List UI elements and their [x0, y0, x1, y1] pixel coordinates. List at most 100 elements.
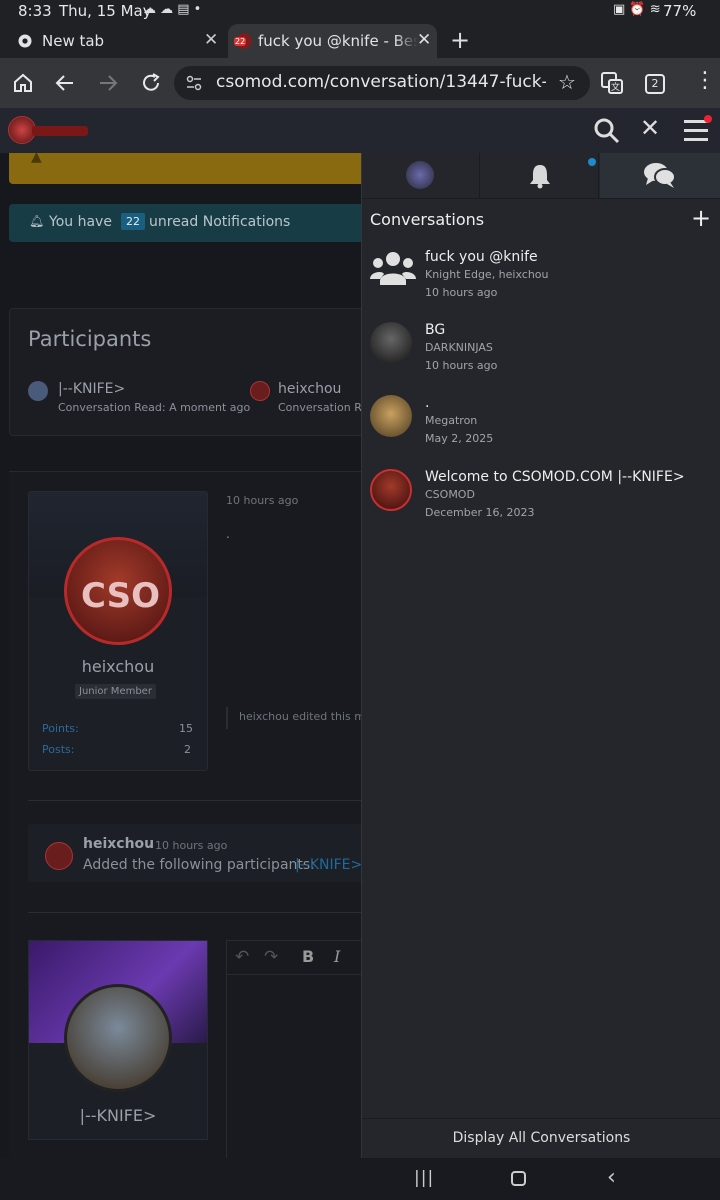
participant-status: Conversation Read: A moment ago [58, 401, 251, 414]
message-body: . [226, 527, 230, 541]
event-text: Added the following participants: [83, 857, 315, 873]
tab-badge: 22 [234, 37, 247, 46]
back-button-icon[interactable]: ‹ [607, 1165, 616, 1190]
tab-conversations[interactable] [600, 153, 720, 198]
redo-icon[interactable]: ↷ [264, 947, 278, 967]
points-value: 15 [179, 722, 193, 735]
new-tab-button[interactable]: + [450, 26, 470, 54]
tab-strip: New tab ✕ 22 fuck you @knife - Best C ✕ … [0, 24, 720, 58]
hamburger-menu-icon[interactable] [684, 120, 708, 141]
conversation-time: 10 hours ago [425, 286, 498, 299]
notification-icons: ☁ ☁ ▤ • [143, 2, 202, 17]
tab-conversation[interactable]: 22 fuck you @knife - Best C ✕ [228, 24, 437, 58]
participants-block: Participants |--KNIFE> Conversation Read… [9, 308, 369, 436]
avatar[interactable] [64, 984, 172, 1092]
site-settings-icon[interactable] [186, 75, 202, 91]
group-icon [370, 252, 416, 285]
conversation-participants: Megatron [425, 414, 478, 427]
battery-level: 77% [663, 2, 697, 20]
clock: 8:33 [18, 2, 52, 20]
avatar[interactable] [250, 381, 270, 401]
warning-banner: ▲ [9, 153, 369, 184]
unread-notifications-banner[interactable]: 🔔︎ You have 22 unread Notifications [9, 204, 369, 242]
address-bar[interactable]: csomod.com/conversation/13447-fuck-you-k… [174, 66, 590, 100]
close-tab-icon[interactable]: ✕ [204, 30, 218, 50]
event-time: · 10 hours ago [148, 839, 228, 852]
reply-user-name[interactable]: |--KNIFE> [29, 1106, 207, 1125]
site-header: ✕ [0, 108, 720, 153]
bold-icon[interactable]: B [302, 947, 314, 966]
site-logo[interactable] [8, 116, 90, 144]
warning-icon: ▲ [31, 153, 42, 165]
participants-heading: Participants [28, 327, 152, 351]
conversation-item[interactable]: . Megatron May 2, 2025 [370, 395, 710, 465]
author-name[interactable]: heixchou [29, 657, 207, 676]
search-icon[interactable] [593, 117, 621, 145]
posts-label: Posts: [42, 743, 75, 756]
conversations-panel: Conversations + fuck you @knife Knight E… [361, 153, 720, 1158]
avatar[interactable] [45, 842, 73, 870]
menu-alert-dot [704, 115, 712, 123]
participant-name[interactable]: heixchou [278, 381, 341, 397]
display-all-conversations-link[interactable]: Display All Conversations [362, 1118, 720, 1158]
conversation-item[interactable]: BG DARKNINJAS 10 hours ago [370, 322, 710, 392]
home-icon[interactable] [12, 72, 34, 94]
tab-alerts[interactable] [481, 153, 599, 198]
italic-icon[interactable]: I [334, 947, 340, 966]
participant-status: Conversation Re [278, 401, 369, 414]
user-rank-badge: Junior Member [75, 684, 156, 699]
tab-switcher-button[interactable]: 2 [645, 74, 665, 94]
message-list: CSO heixchou Junior Member Points: 15 Po… [9, 471, 377, 1158]
notification-count-badge: 22 [121, 213, 145, 230]
alarm-icon: ▣ ⏰ ≋ [613, 2, 661, 17]
bell-icon [530, 165, 550, 189]
event-link[interactable]: |--KNIFE>. [295, 857, 367, 873]
participant-added-event: heixchou · 10 hours ago Added the follow… [28, 824, 368, 882]
conversation-time: December 16, 2023 [425, 506, 535, 519]
translate-icon[interactable]: 文 [600, 71, 624, 95]
url-text[interactable]: csomod.com/conversation/13447-fuck-you-k… [216, 72, 546, 92]
conversation-title: BG [425, 322, 446, 338]
new-conversation-button[interactable]: + [691, 204, 711, 232]
avatar[interactable] [28, 381, 48, 401]
avatar [406, 161, 434, 189]
conversation-time: 10 hours ago [425, 359, 498, 372]
close-tab-icon[interactable]: ✕ [417, 30, 431, 50]
event-author[interactable]: heixchou [83, 836, 154, 852]
tab-new-tab[interactable]: New tab ✕ [18, 24, 223, 58]
conversation-item[interactable]: Welcome to CSOMOD.COM |--KNIFE> CSOMOD D… [370, 469, 710, 539]
chat-bubbles-icon [644, 163, 676, 188]
notification-text: You have [49, 214, 112, 230]
home-button-icon[interactable] [511, 1171, 526, 1186]
forward-icon[interactable] [97, 72, 119, 94]
recents-icon[interactable]: ||| [414, 1168, 434, 1188]
chrome-icon [18, 34, 32, 48]
tab-account[interactable] [362, 153, 480, 198]
conversation-item[interactable]: fuck you @knife Knight Edge, heixchou 10… [370, 249, 710, 319]
tab-label: New tab [42, 32, 105, 50]
avatar [370, 469, 412, 511]
participant-name[interactable]: |--KNIFE> [58, 381, 125, 397]
avatar [370, 322, 412, 364]
conversation-time: May 2, 2025 [425, 432, 494, 445]
user-card: CSO heixchou Junior Member Points: 15 Po… [28, 491, 208, 771]
conversation-participants: DARKNINJAS [425, 341, 493, 354]
menu-icon[interactable]: ⋮ [694, 68, 716, 93]
edited-note: heixchou edited this me [239, 710, 372, 723]
back-icon[interactable] [54, 72, 76, 94]
status-bar: 8:33 Thu, 15 May ☁ ☁ ▤ • ▣ ⏰ ≋ 77% [0, 0, 720, 24]
avatar [370, 395, 412, 437]
bookmark-star-icon[interactable]: ☆ [558, 70, 576, 94]
svg-text:文: 文 [611, 81, 620, 93]
reload-icon[interactable] [140, 72, 162, 94]
editor-toolbar: ↶ ↷ B I [227, 941, 377, 975]
date: Thu, 15 May [59, 2, 152, 20]
conversation-title: Welcome to CSOMOD.COM |--KNIFE> [425, 469, 685, 485]
avatar[interactable]: CSO [64, 537, 172, 645]
system-nav-bar: ||| ‹ [0, 1158, 720, 1200]
bell-icon: 🔔︎ [29, 214, 45, 228]
close-icon[interactable]: ✕ [640, 114, 660, 142]
undo-icon[interactable]: ↶ [235, 947, 249, 967]
panel-tabs [362, 153, 720, 199]
reply-editor[interactable]: ↶ ↷ B I [226, 940, 377, 1158]
